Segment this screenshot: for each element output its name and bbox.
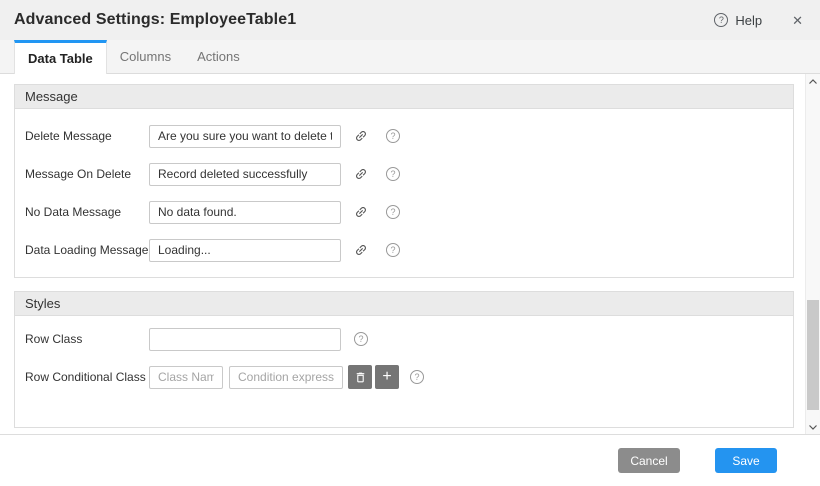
close-icon[interactable]: ✕: [792, 14, 803, 27]
titlebar-actions: ? Help ✕: [714, 13, 803, 28]
field-help-icon[interactable]: ?: [354, 332, 368, 346]
field-row: Message On Delete ?: [15, 155, 793, 193]
styles-section-title: Styles: [15, 292, 793, 316]
link-icon[interactable]: [354, 129, 368, 143]
tab-actions[interactable]: Actions: [184, 40, 253, 73]
field-row: No Data Message ?: [15, 193, 793, 231]
advanced-settings-dialog: Advanced Settings: EmployeeTable1 ? Help…: [0, 0, 820, 486]
field-row: Row Class ?: [15, 320, 793, 358]
message-section-body: Delete Message ? Message On Delete: [15, 109, 793, 277]
field-help-icon[interactable]: ?: [386, 129, 400, 143]
link-icon[interactable]: [354, 243, 368, 257]
field-label: No Data Message: [25, 205, 149, 219]
message-section-title: Message: [15, 85, 793, 109]
save-button[interactable]: Save: [715, 448, 777, 473]
scroll-down-arrow-icon[interactable]: [806, 420, 820, 434]
field-row: Data Loading Message ?: [15, 231, 793, 269]
cancel-button[interactable]: Cancel: [618, 448, 680, 473]
row-class-input[interactable]: [149, 328, 341, 351]
field-help-icon[interactable]: ?: [386, 167, 400, 181]
help-link[interactable]: Help: [735, 13, 762, 28]
condition-expression-input[interactable]: [229, 366, 343, 389]
tab-content: Message Delete Message ? Message On Dele…: [0, 74, 820, 434]
message-section: Message Delete Message ? Message On Dele…: [14, 84, 794, 278]
class-name-input[interactable]: [149, 366, 223, 389]
field-label: Row Conditional Class: [25, 370, 149, 384]
link-icon[interactable]: [354, 205, 368, 219]
vertical-scrollbar[interactable]: [805, 74, 820, 434]
scrollbar-thumb[interactable]: [807, 300, 819, 410]
delete-message-input[interactable]: [149, 125, 341, 148]
add-row-button[interactable]: +: [375, 365, 399, 389]
field-label: Data Loading Message: [25, 243, 149, 257]
no-data-message-input[interactable]: [149, 201, 341, 224]
styles-section: Styles Row Class ? Row Conditional Class: [14, 291, 794, 428]
field-help-icon[interactable]: ?: [410, 370, 424, 384]
scroll-up-arrow-icon[interactable]: [806, 74, 820, 88]
field-help-icon[interactable]: ?: [386, 243, 400, 257]
field-label: Message On Delete: [25, 167, 149, 181]
link-icon[interactable]: [354, 167, 368, 181]
tab-columns[interactable]: Columns: [107, 40, 184, 73]
dialog-header: Advanced Settings: EmployeeTable1 ? Help…: [0, 0, 820, 40]
message-on-delete-input[interactable]: [149, 163, 341, 186]
help-icon[interactable]: ?: [714, 13, 728, 27]
plus-icon: +: [382, 368, 391, 386]
field-label: Row Class: [25, 332, 149, 346]
dialog-footer: Cancel Save: [0, 434, 820, 486]
tab-data-table[interactable]: Data Table: [14, 40, 107, 74]
field-row: Delete Message ?: [15, 117, 793, 155]
dialog-title: Advanced Settings: EmployeeTable1: [14, 11, 714, 29]
delete-row-button[interactable]: [348, 365, 372, 389]
data-loading-message-input[interactable]: [149, 239, 341, 262]
field-row: Row Conditional Class + ?: [15, 358, 793, 396]
scroll-pane: Message Delete Message ? Message On Dele…: [0, 74, 805, 434]
field-help-icon[interactable]: ?: [386, 205, 400, 219]
trash-icon: [354, 371, 367, 384]
field-label: Delete Message: [25, 129, 149, 143]
styles-section-body: Row Class ? Row Conditional Class: [15, 316, 793, 427]
tab-bar: Data Table Columns Actions: [0, 40, 820, 74]
